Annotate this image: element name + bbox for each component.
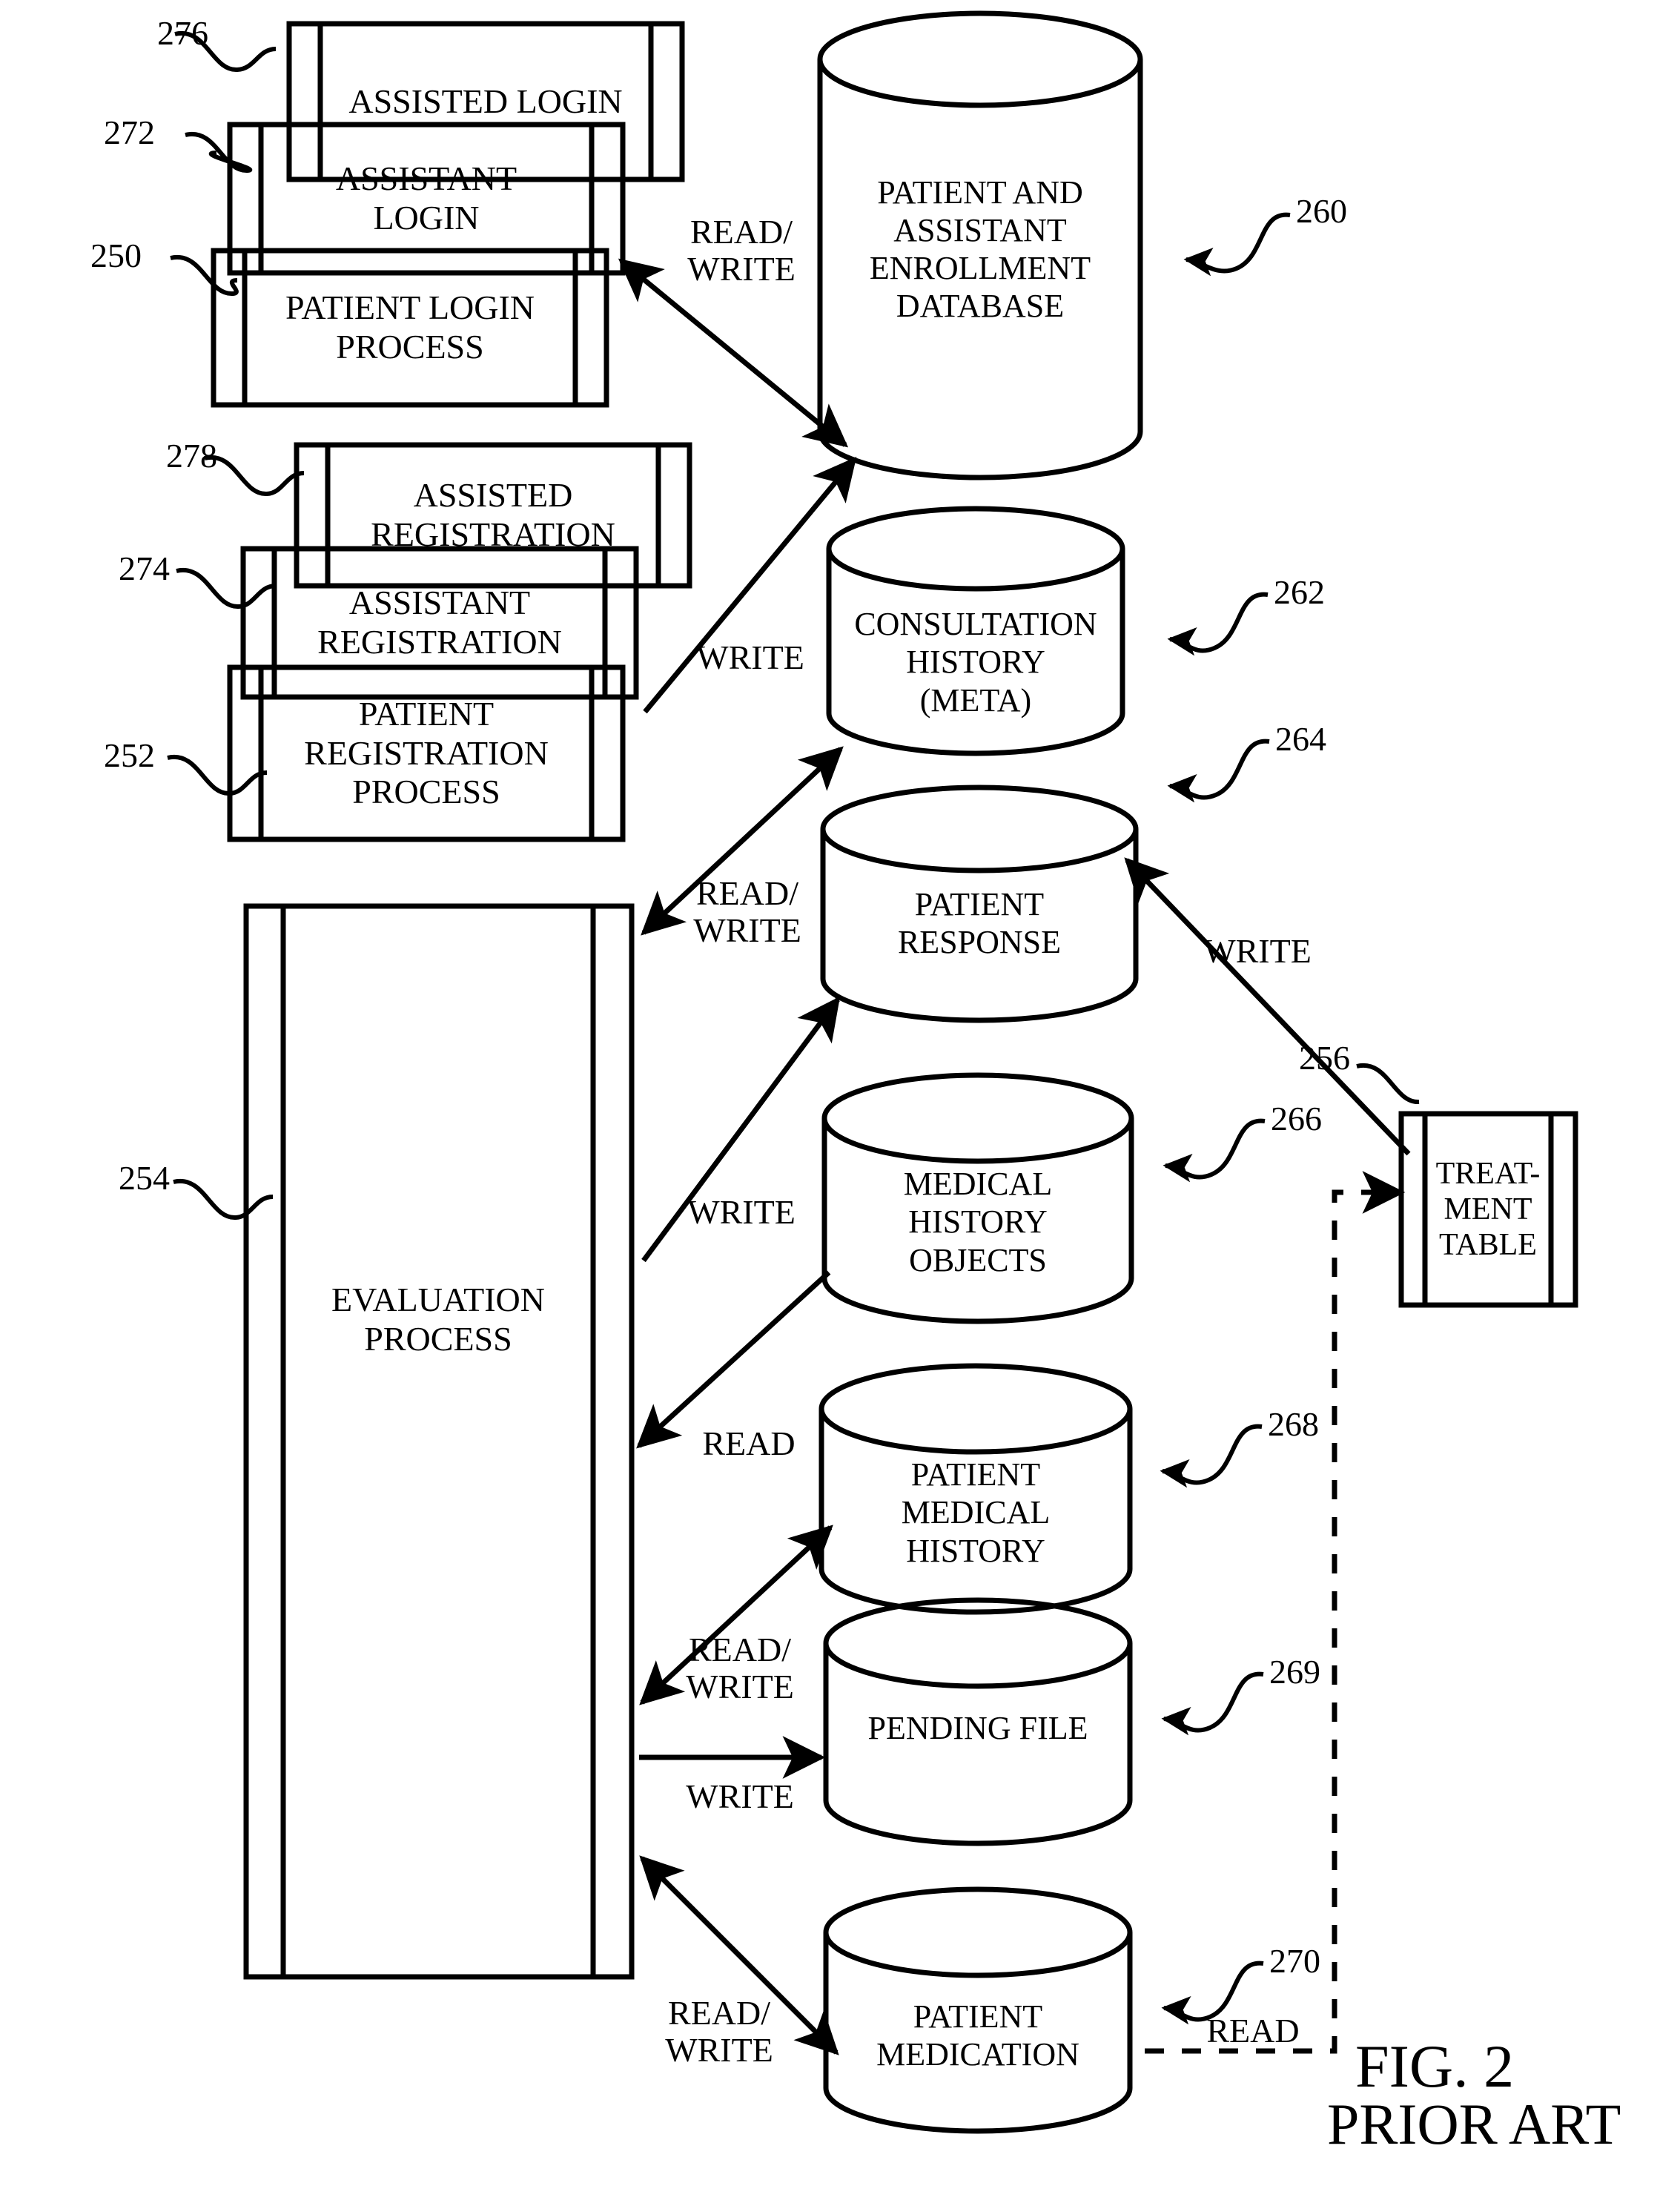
- ref-number-250: 250: [90, 237, 142, 274]
- datastore-label-270: PATIENT MEDICATION: [876, 1998, 1079, 2072]
- ref-number-272: 272: [104, 113, 155, 151]
- flow-label-f10: READ: [1206, 2012, 1300, 2050]
- leader-260: [1183, 212, 1291, 277]
- flow-arrow-f6: [636, 1270, 831, 1449]
- process-label-250: PATIENT LOGIN PROCESS: [285, 288, 535, 366]
- leader-278: [204, 455, 305, 497]
- process-label-256: TREAT- MENT TABLE: [1435, 1156, 1541, 1263]
- ref-number-278: 278: [166, 437, 217, 475]
- flow-label-f8: WRITE: [686, 1777, 794, 1815]
- flow-label-f9: READ/ WRITE: [665, 1994, 773, 2069]
- ref-number-254: 254: [119, 1159, 170, 1197]
- ref-number-264: 264: [1275, 720, 1326, 758]
- ref-number-260: 260: [1296, 192, 1347, 230]
- flow-label-f7: READ/ WRITE: [686, 1631, 794, 1705]
- ref-number-276: 276: [157, 14, 208, 52]
- datastore-label-260: PATIENT AND ASSISTANT ENROLLMENT DATABAS…: [869, 174, 1091, 325]
- process-box-254: [243, 903, 635, 1980]
- patent-figure-page: ASSISTED LOGIN ASSISTANT LOGIN PATIENT L…: [0, 0, 1680, 2203]
- flow-arrow-f1: [618, 258, 849, 448]
- ref-number-270: 270: [1269, 1942, 1320, 1980]
- leader-264: [1167, 739, 1270, 803]
- ref-number-252: 252: [104, 736, 155, 774]
- flow-label-f1: READ/ WRITE: [687, 213, 796, 288]
- datastore-label-264: PATIENT RESPONSE: [897, 885, 1062, 960]
- leader-274: [176, 567, 277, 610]
- ref-number-256: 256: [1299, 1039, 1350, 1077]
- process-label-254: EVALUATION PROCESS: [331, 1281, 545, 1358]
- datastore-label-268: PATIENT MEDICAL HISTORY: [901, 1456, 1051, 1569]
- leader-262: [1167, 592, 1269, 656]
- ref-number-274: 274: [119, 549, 170, 587]
- ref-number-266: 266: [1271, 1100, 1322, 1137]
- datastore-label-269: PENDING FILE: [867, 1710, 1088, 1747]
- figure-caption-line2: PRIOR ART: [1327, 2092, 1621, 2156]
- leader-266: [1163, 1118, 1266, 1183]
- ref-number-262: 262: [1274, 573, 1325, 611]
- flow-label-f6: READ: [702, 1424, 796, 1462]
- leader-256: [1356, 1063, 1420, 1105]
- datastore-label-266: MEDICAL HISTORY OBJECTS: [903, 1166, 1053, 1278]
- flow-label-f5: WRITE: [1203, 932, 1312, 970]
- flow-label-f3: READ/ WRITE: [693, 874, 801, 949]
- flow-arrow-f10-dashed: [1145, 1171, 1406, 2054]
- datastore-label-262: CONSULTATION HISTORY (META): [854, 606, 1097, 719]
- leader-269: [1161, 1671, 1264, 1736]
- leader-252: [167, 754, 268, 796]
- leader-272: [185, 131, 253, 174]
- leader-268: [1160, 1424, 1263, 1488]
- flow-arrow-f5: [1124, 857, 1411, 1156]
- process-label-252: PATIENT REGISTRATION PROCESS: [304, 694, 549, 811]
- leader-254: [173, 1178, 274, 1221]
- flow-label-f4: WRITE: [687, 1193, 796, 1231]
- flow-label-f2: WRITE: [696, 638, 804, 676]
- ref-number-269: 269: [1269, 1653, 1320, 1691]
- ref-number-268: 268: [1268, 1405, 1319, 1443]
